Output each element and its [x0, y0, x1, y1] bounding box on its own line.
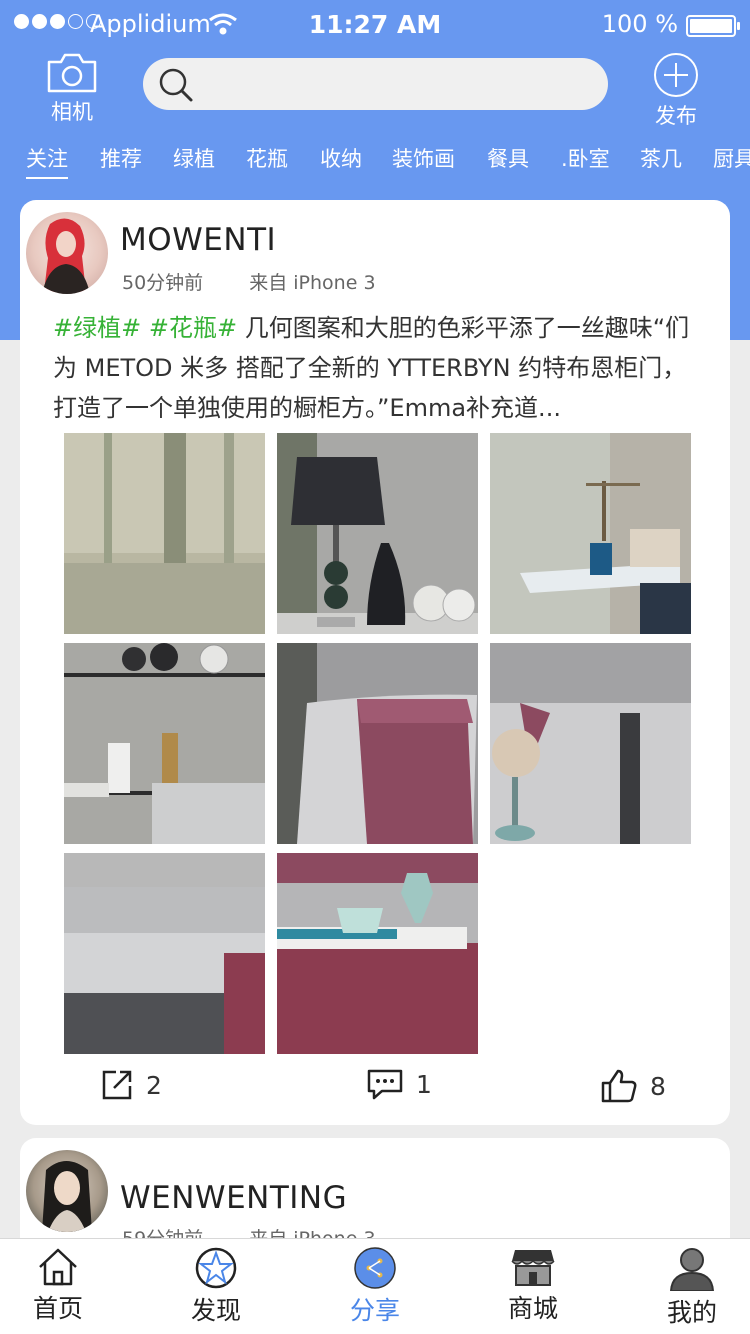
post-content[interactable]: #绿植# #花瓶# 几何图案和大胆的色彩平添了一丝趣味“们为 METOD 米多 … [53, 308, 708, 428]
photo-3[interactable] [490, 433, 691, 634]
plus-circle-icon [654, 53, 698, 97]
like-button[interactable]: 8 [600, 1068, 666, 1104]
avatar[interactable] [26, 212, 108, 294]
photo-6[interactable] [490, 643, 691, 844]
tabbar-mine[interactable]: 我的 [637, 1247, 747, 1329]
photo-5[interactable] [277, 643, 478, 844]
share-count: 2 [146, 1070, 162, 1100]
comment-count: 1 [416, 1069, 432, 1099]
post-meta: 50分钟前 来自 iPhone 3 [122, 268, 376, 295]
tabbar-mall-label: 商城 [507, 1294, 558, 1323]
tag-plants[interactable]: #绿植# [53, 314, 141, 342]
tab-tableware[interactable]: 餐具 [487, 143, 529, 173]
search-bar[interactable] [143, 58, 608, 110]
publish-button[interactable]: 发布 [626, 52, 726, 130]
user-icon [669, 1248, 715, 1291]
battery-icon [686, 15, 740, 37]
post-actions: 2 1 8 [20, 1068, 730, 1108]
camera-button[interactable]: 相机 [22, 52, 122, 126]
tab-coffee-table[interactable]: 茶几 [640, 143, 682, 173]
tab-plants[interactable]: 绿植 [173, 143, 215, 173]
share-icon [102, 1070, 132, 1100]
camera-icon [47, 53, 97, 93]
thumbs-up-icon [601, 1069, 637, 1103]
tab-recommend[interactable]: 推荐 [100, 143, 142, 173]
home-icon [39, 1248, 77, 1286]
tab-wall-art[interactable]: 装饰画 [392, 143, 455, 173]
photo-8[interactable] [277, 853, 478, 1054]
status-bar: Applidium 11:27 AM 100 % [0, 0, 750, 50]
tab-vases[interactable]: 花瓶 [246, 143, 288, 173]
like-count: 8 [650, 1071, 666, 1101]
photo-grid [64, 433, 691, 1054]
tabbar-discover[interactable]: 发现 [161, 1247, 271, 1327]
comment-button[interactable]: 1 [366, 1068, 432, 1100]
photo-1[interactable] [64, 433, 265, 634]
tabbar-mine-label: 我的 [666, 1298, 717, 1327]
tab-bedroom[interactable]: .卧室 [561, 143, 610, 173]
category-tabs: 关注 推荐 绿植 花瓶 收纳 装饰画 餐具 .卧室 茶几 厨具 [0, 143, 750, 183]
search-icon [159, 68, 193, 102]
battery-percentage: 100 % [601, 10, 678, 38]
tabbar-share-label: 分享 [349, 1296, 400, 1325]
post-source: 来自 iPhone 3 [249, 272, 376, 294]
post-time: 50分钟前 [122, 272, 204, 294]
bottom-tab-bar: 首页 发现 分享 商城 我的 [0, 1238, 750, 1334]
tab-follow[interactable]: 关注 [26, 143, 68, 179]
tab-storage[interactable]: 收纳 [320, 143, 362, 173]
tab-kitchenware[interactable]: 厨具 [713, 143, 750, 173]
search-input[interactable] [203, 66, 593, 102]
photo-2[interactable] [277, 433, 478, 634]
post-username[interactable]: WENWENTING [120, 1180, 347, 1216]
share-nodes-icon [354, 1247, 396, 1289]
tag-vases[interactable]: #花瓶# [149, 314, 237, 342]
compass-star-icon [195, 1247, 237, 1289]
tabbar-discover-label: 发现 [190, 1296, 241, 1325]
tabbar-share[interactable]: 分享 [320, 1247, 430, 1327]
post-card[interactable]: MOWENTI 50分钟前 来自 iPhone 3 #绿植# #花瓶# 几何图案… [20, 200, 730, 1125]
tabbar-home-label: 首页 [32, 1294, 83, 1323]
store-icon [511, 1250, 555, 1286]
post-username[interactable]: MOWENTI [120, 222, 276, 258]
tabbar-home[interactable]: 首页 [3, 1247, 113, 1325]
publish-label: 发布 [655, 104, 697, 128]
comment-icon [367, 1069, 403, 1100]
avatar[interactable] [26, 1150, 108, 1232]
photo-7[interactable] [64, 853, 265, 1054]
camera-label: 相机 [51, 100, 93, 124]
share-button[interactable]: 2 [100, 1068, 162, 1102]
photo-4[interactable] [64, 643, 265, 844]
tabbar-mall[interactable]: 商城 [478, 1247, 588, 1325]
